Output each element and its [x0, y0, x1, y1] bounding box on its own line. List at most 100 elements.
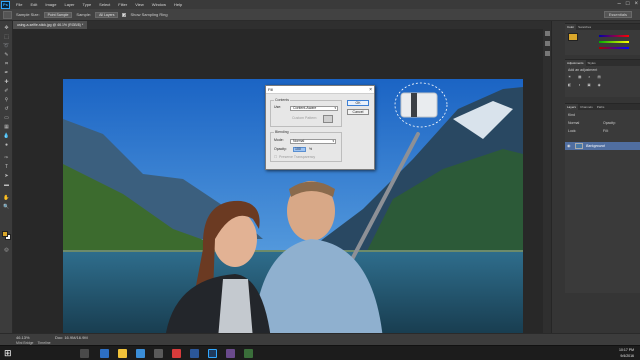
chrome-icon[interactable]: [172, 349, 181, 358]
eraser-tool-icon[interactable]: ▭: [3, 115, 10, 121]
type-tool-icon[interactable]: T: [3, 164, 10, 170]
adjustment-icons-row-1[interactable]: ☀ ▦ ◐ ▤: [568, 75, 604, 79]
cancel-button[interactable]: Cancel: [347, 109, 369, 115]
history-brush-tool-icon[interactable]: ↺: [3, 106, 10, 112]
opacity-unit: %: [309, 147, 313, 151]
adjustments-panel: Adjustments Styles Add an adjustment ☀ ▦…: [565, 59, 640, 97]
status-bar: 46.13% Doc: 16.9M/16.9M Mini Bridge Time…: [0, 333, 640, 345]
path-select-tool-icon[interactable]: ➤: [3, 173, 10, 179]
character-panel-icon[interactable]: [545, 51, 550, 56]
tab-paths[interactable]: Paths: [595, 104, 607, 110]
brush-tool-icon[interactable]: ✐: [3, 88, 10, 94]
color-panel-foreground-swatch[interactable]: [568, 33, 578, 41]
menu-image[interactable]: Image: [41, 0, 60, 9]
blue-slider[interactable]: [599, 47, 629, 49]
windows-start-icon[interactable]: ⊞: [4, 349, 13, 358]
maximize-button[interactable]: □: [626, 0, 630, 9]
foreground-color-swatch[interactable]: [2, 231, 8, 237]
eyedropper-tool-icon[interactable]: ✒: [3, 70, 10, 76]
green-slider[interactable]: [599, 41, 629, 43]
dodge-tool-icon[interactable]: ●: [3, 142, 10, 148]
fill-dialog-titlebar[interactable]: Fill ×: [266, 86, 374, 94]
fill-dialog-close-icon[interactable]: ×: [369, 86, 372, 94]
premiere-icon[interactable]: [226, 349, 235, 358]
windows-taskbar: ⊞ 10:17 PM 9/4/2016: [0, 345, 640, 360]
eye-icon[interactable]: ◉: [567, 143, 571, 149]
layer-blend-mode[interactable]: Normal: [568, 121, 579, 125]
layer-filter-kind[interactable]: Kind: [568, 113, 575, 117]
tab-adjustments[interactable]: Adjustments: [565, 60, 586, 66]
zoom-tool-icon[interactable]: 🔍: [3, 204, 10, 210]
menu-help[interactable]: Help: [170, 0, 186, 9]
hand-tool-icon[interactable]: ✋: [3, 195, 10, 201]
history-panel-icon[interactable]: [545, 31, 550, 36]
preserve-transparency-checkbox[interactable]: ☐: [274, 155, 277, 160]
menu-layer[interactable]: Layer: [60, 0, 78, 9]
layer-row-background[interactable]: ◉ Background: [565, 142, 640, 150]
adjustments-panel-tabs: Adjustments Styles: [565, 60, 640, 66]
menu-filter[interactable]: Filter: [114, 0, 131, 9]
menu-window[interactable]: Window: [148, 0, 170, 9]
layers-panel: Layers Channels Paths Kind Normal Opacit…: [565, 103, 640, 293]
blur-tool-icon[interactable]: 💧: [3, 133, 10, 139]
fill-dialog-title: Fill: [268, 87, 274, 92]
zoom-level[interactable]: 46.13%: [16, 335, 30, 340]
tab-color[interactable]: Color: [565, 24, 577, 30]
menu-file[interactable]: File: [12, 0, 26, 9]
quick-mask-icon[interactable]: ◎: [3, 247, 10, 253]
blending-group-title: Blending: [274, 130, 290, 134]
move-tool-icon[interactable]: ✥: [3, 25, 10, 31]
contents-group-title: Contents: [274, 98, 291, 102]
word-icon[interactable]: [190, 349, 199, 358]
clone-stamp-tool-icon[interactable]: ⚲: [3, 97, 10, 103]
gradient-tool-icon[interactable]: ▦: [3, 124, 10, 130]
opacity-input[interactable]: 100: [293, 147, 306, 152]
show-sampling-ring-checkbox[interactable]: ✓: [122, 12, 127, 17]
red-slider[interactable]: [599, 35, 629, 37]
quick-select-tool-icon[interactable]: ✎: [3, 52, 10, 58]
shape-tool-icon[interactable]: ▬: [3, 182, 10, 188]
color-panel: Color Swatches: [565, 23, 640, 55]
sample-label: Sample:: [76, 12, 92, 17]
phone-holder: [400, 92, 438, 118]
crop-tool-icon[interactable]: ⌗: [3, 61, 10, 67]
tab-styles[interactable]: Styles: [586, 60, 598, 66]
menu-edit[interactable]: Edit: [26, 0, 41, 9]
close-button[interactable]: ×: [634, 0, 638, 9]
tab-swatches[interactable]: Swatches: [576, 24, 593, 30]
file-explorer-icon[interactable]: [118, 349, 127, 358]
tab-channels[interactable]: Channels: [578, 104, 595, 110]
store-icon[interactable]: [136, 349, 145, 358]
menu-type[interactable]: Type: [79, 0, 96, 9]
eyedropper-tool-preset-icon[interactable]: [3, 10, 12, 19]
media-icon[interactable]: [244, 349, 253, 358]
healing-brush-tool-icon[interactable]: ✚: [3, 79, 10, 85]
lasso-tool-icon[interactable]: ➰: [3, 43, 10, 49]
menu-select[interactable]: Select: [95, 0, 114, 9]
ok-button[interactable]: OK: [347, 100, 369, 106]
edge-icon[interactable]: [100, 349, 109, 358]
minimize-button[interactable]: –: [618, 0, 621, 9]
properties-panel-icon[interactable]: [545, 41, 550, 46]
opacity-label: Opacity:: [274, 147, 287, 151]
marquee-tool-icon[interactable]: ⬚: [3, 34, 10, 40]
custom-pattern-label: Custom Pattern:: [292, 116, 318, 120]
adjustment-icons-row-2[interactable]: ◧ ◑ ▣ ◉: [568, 83, 604, 87]
system-clock[interactable]: 10:17 PM 9/4/2016: [619, 347, 634, 359]
pen-tool-icon[interactable]: ✑: [3, 155, 10, 161]
calculator-icon[interactable]: [154, 349, 163, 358]
canvas-workspace[interactable]: Fill × Contents Use: Content-Aware Custo…: [13, 29, 543, 339]
custom-pattern-picker[interactable]: [323, 115, 333, 123]
sample-size-select[interactable]: Point Sample: [43, 11, 73, 18]
phone: [411, 93, 417, 117]
photoshop-taskbar-icon[interactable]: [208, 349, 217, 358]
document-tab[interactable]: using-a-selfie-stick.jpg @ 46.1% (RGB/8)…: [13, 21, 88, 29]
sample-select[interactable]: All Layers: [95, 11, 119, 18]
menu-bar: Ps File Edit Image Layer Type Select Fil…: [0, 0, 640, 9]
task-view-icon[interactable]: [80, 349, 89, 358]
tab-layers[interactable]: Layers: [565, 104, 579, 110]
use-select[interactable]: Content-Aware: [290, 106, 338, 111]
menu-view[interactable]: View: [131, 0, 148, 9]
workspace-switcher[interactable]: Essentials: [603, 11, 632, 18]
mode-select[interactable]: Normal: [290, 139, 336, 144]
